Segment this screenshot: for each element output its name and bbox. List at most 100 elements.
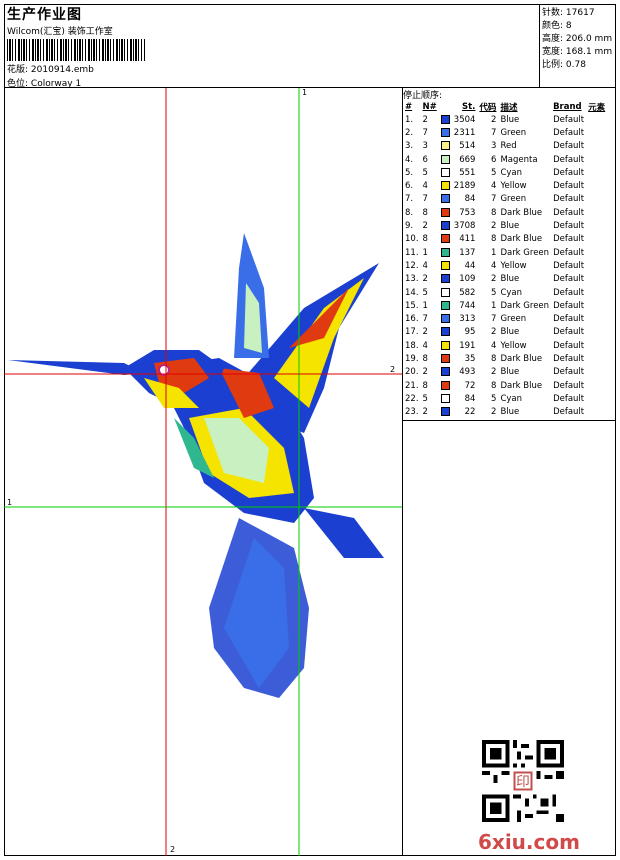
color-swatch [440,207,450,217]
row-brand: Default [553,167,585,178]
row-needle: 1 [422,300,428,311]
row-code: 7 [491,194,497,205]
col-stitches: St. [462,101,476,112]
row-brand: Default [553,260,585,271]
row-brand: Default [553,141,585,152]
row-element [586,273,607,286]
row-description: Green [500,127,527,138]
row-code: 8 [491,207,497,218]
row-element [586,406,607,419]
row-code: 1 [491,300,497,311]
row-element [586,312,607,325]
row-needle: 2 [422,221,428,232]
color-swatch [440,260,450,270]
row-index: 1. [405,114,414,125]
row-swatch [439,246,452,259]
row-code: 4 [491,260,497,271]
row-index: 7. [405,194,414,205]
row-swatch [439,140,452,153]
row-brand: Default [553,114,585,125]
hummingbird-embroidery [4,88,402,856]
row-index: 15. [405,300,419,311]
col-brand: Brand [553,101,582,112]
row-brand: Default [553,207,585,218]
row-swatch [439,366,452,379]
row-description: Magenta [500,154,538,165]
row-needle: 5 [422,287,428,298]
row-brand: Default [553,393,585,404]
col-element: 元素 [588,102,606,113]
row-element [586,259,607,272]
row-stitches: 3708 [453,221,476,232]
row-description: Cyan [500,287,522,298]
page-title: 生产作业图 [7,7,82,23]
row-brand: Default [553,407,585,418]
row-brand: Default [553,380,585,391]
row-stitches: 753 [459,207,476,218]
row-swatch [439,233,452,246]
row-index: 21. [405,380,419,391]
row-brand: Default [553,127,585,138]
row-element [586,326,607,339]
row-stitches: 2311 [453,127,476,138]
color-swatch [440,127,450,137]
row-description: Dark Green [500,247,550,258]
row-code: 4 [491,181,497,192]
row-element [586,126,607,139]
table-row: 5. 5 551 5 Cyan Default [403,166,607,179]
table-row: 1. 2 3504 2 Blue Default [403,113,607,126]
table-row: 4. 6 669 6 Magenta Default [403,153,607,166]
row-stitches: 744 [459,300,476,311]
table-row: 21. 8 72 8 Dark Blue Default [403,379,607,392]
color-swatch [440,194,450,204]
row-element [586,233,607,246]
pattern-line: 花版: 2010914.emb [7,62,94,75]
row-element [586,179,607,192]
row-needle: 7 [422,194,428,205]
row-brand: Default [553,327,585,338]
color-swatch [440,141,450,151]
row-description: Dark Blue [500,380,543,391]
row-index: 9. [405,221,414,232]
company-name: Wilcom(汇宝) 装饰工作室 [7,27,113,37]
color-swatch [440,221,450,231]
row-code: 7 [491,314,497,325]
row-swatch [439,259,452,272]
row-swatch [439,339,452,352]
row-needle: 5 [422,393,428,404]
table-row: 15. 1 744 1 Dark Green Default [403,299,607,312]
row-needle: 4 [422,260,428,271]
row-needle: 2 [422,327,428,338]
row-swatch [439,219,452,232]
row-needle: 5 [422,167,428,178]
row-swatch [439,193,452,206]
col-swatch [439,100,452,113]
row-code: 2 [491,327,497,338]
row-stitches: 95 [464,327,476,338]
color-swatch [440,114,450,124]
row-element [586,366,607,379]
row-stitches: 109 [459,274,476,285]
table-row: 3. 3 514 3 Red Default [403,140,607,153]
row-stitches: 3504 [453,114,476,125]
row-element [586,193,607,206]
row-element [586,299,607,312]
row-index: 16. [405,314,419,325]
table-row: 14. 5 582 5 Cyan Default [403,286,607,299]
row-swatch [439,392,452,405]
table-row: 6. 4 2189 4 Yellow Default [403,179,607,192]
row-code: 2 [491,407,497,418]
row-brand: Default [553,247,585,258]
row-swatch [439,312,452,325]
table-row: 23. 2 22 2 Blue Default [403,406,607,419]
row-stitches: 44 [464,260,476,271]
stop-sequence-panel: 停止顺序: # N# St. 代码 描述 Brand 元素 1. 2 3504 2 Bl… [403,88,616,421]
row-index: 18. [405,340,419,351]
row-description: Cyan [500,167,522,178]
row-needle: 2 [422,407,428,418]
row-index: 20. [405,367,419,378]
row-description: Dark Blue [500,353,543,364]
design-stats: 针数: 17617 颜色: 8 高度: 206.0 mm 宽度: 168.1 m… [540,4,616,88]
color-swatch [440,380,450,390]
color-swatch [440,340,450,350]
